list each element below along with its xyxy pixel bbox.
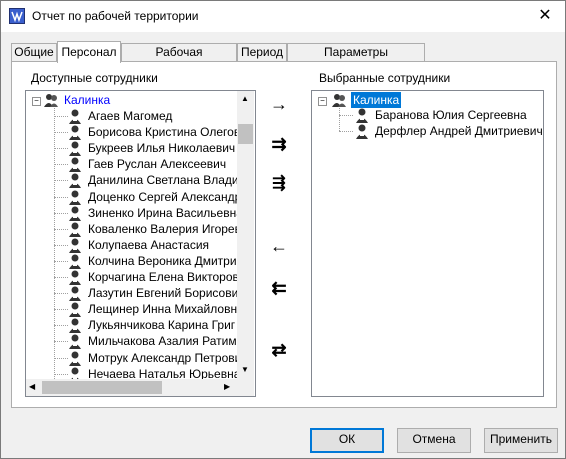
collapse-icon[interactable]: −	[32, 97, 41, 106]
available-item[interactable]: Колчина Вероника Дмитрие	[88, 253, 243, 269]
selected-label: Выбранные сотрудники	[319, 71, 451, 85]
tree-line	[54, 148, 68, 150]
tree-line	[54, 293, 68, 295]
person-icon	[69, 206, 81, 221]
add-button[interactable]: →	[265, 92, 293, 116]
app-icon	[9, 8, 25, 24]
ok-button[interactable]: ОК	[310, 428, 384, 453]
person-icon	[356, 108, 368, 123]
tab-general[interactable]: Общие	[11, 43, 57, 62]
tree-line	[54, 357, 68, 359]
add-all-button[interactable]: ⇉	[265, 132, 293, 156]
tree-line	[54, 164, 68, 166]
available-item[interactable]: Лазутин Евгений Борисови	[88, 285, 238, 301]
available-item[interactable]: Гаев Руслан Алексеевич	[88, 156, 226, 172]
available-item[interactable]: Мильчакова Азалия Ратимо	[88, 333, 243, 349]
remove-all-button[interactable]: ⇇	[265, 276, 293, 300]
swap-button[interactable]: ⇄	[265, 338, 293, 362]
scroll-corner	[237, 379, 254, 396]
tab-display-settings[interactable]: Параметры отображения	[287, 43, 425, 76]
selected-item[interactable]: Баранова Юлия Сергеевна	[375, 107, 527, 123]
person-icon	[69, 125, 81, 141]
dialog-window: Отчет по рабочей территории ✕ Общие Перс…	[0, 0, 566, 459]
scroll-right-icon[interactable]: ▶	[224, 382, 230, 391]
tree-line	[54, 260, 68, 262]
person-icon	[69, 190, 81, 205]
person-icon	[69, 286, 81, 302]
close-icon[interactable]: ✕	[535, 6, 555, 26]
tree-line	[54, 244, 68, 246]
available-item[interactable]: Зиненко Ирина Васильевна	[88, 205, 243, 221]
tab-personnel[interactable]: Персонал	[57, 41, 121, 63]
person-icon	[69, 254, 81, 269]
add-group-button[interactable]: ⇶	[265, 172, 293, 196]
scroll-left-icon[interactable]: ◀	[29, 382, 35, 391]
person-icon	[69, 238, 81, 253]
available-item[interactable]: Лещинер Инна Михайловна	[88, 301, 244, 317]
window-title: Отчет по рабочей территории	[32, 9, 199, 23]
scroll-thumb[interactable]	[238, 124, 253, 144]
available-root[interactable]: Калинка	[64, 92, 110, 108]
tree-line	[54, 132, 68, 134]
person-icon	[69, 270, 81, 285]
available-tree[interactable]: − Калинка Агаев Магомед Борисова Кристина…	[25, 90, 256, 397]
hscroll-thumb[interactable]	[42, 381, 162, 394]
person-icon	[69, 318, 81, 334]
title-bar: Отчет по рабочей территории ✕	[1, 1, 565, 32]
available-item[interactable]: Мотрук Александр Петрови	[88, 350, 241, 366]
tree-line	[54, 228, 68, 230]
selected-root[interactable]: Калинка	[351, 92, 402, 108]
tab-period[interactable]: Период	[237, 43, 287, 62]
available-item[interactable]: Лукьянчикова Карина Григ	[88, 317, 235, 333]
selected-item[interactable]: Дерфлер Андрей Дмитриевич	[375, 123, 543, 139]
person-icon	[69, 222, 81, 237]
remove-button[interactable]: ←	[265, 234, 293, 258]
available-hscrollbar[interactable]: ◀ ▶	[26, 379, 237, 396]
available-label: Доступные сотрудники	[31, 71, 158, 85]
available-item[interactable]: Корчагина Елена Викторов	[88, 269, 239, 285]
person-icon	[69, 109, 81, 124]
available-item[interactable]: Букреев Илья Николаевич	[88, 140, 235, 156]
person-icon	[356, 124, 368, 139]
tree-line	[54, 116, 68, 117]
person-icon	[69, 351, 81, 366]
person-icon	[69, 334, 81, 350]
tree-line	[339, 115, 353, 116]
group-people-icon	[332, 94, 346, 107]
available-item[interactable]: Доценко Сергей Александр	[88, 189, 241, 205]
tree-line	[54, 341, 68, 343]
available-item[interactable]: Колупаева Анастасия	[88, 237, 209, 253]
cancel-button[interactable]: Отмена	[397, 428, 471, 453]
selected-tree[interactable]: − Калинка Баранова Юлия Сергеевна Дерфле…	[311, 90, 544, 397]
tab-panel-personnel: Доступные сотрудники Выбранные сотрудник…	[11, 61, 557, 408]
tree-line	[339, 131, 353, 132]
available-item[interactable]: Данилина Светлана Владим	[88, 172, 247, 188]
tree-line	[54, 373, 68, 375]
tree-line	[54, 309, 68, 311]
tree-line	[54, 325, 68, 327]
person-icon	[69, 157, 81, 173]
available-item[interactable]: Коваленко Валерия Игорев	[88, 221, 241, 237]
tab-work-territory[interactable]: Рабочая территория	[121, 43, 237, 76]
person-icon	[69, 141, 81, 157]
tree-line	[54, 196, 68, 198]
available-vscrollbar[interactable]: ▲ ▼	[237, 91, 254, 379]
tree-line	[54, 180, 68, 182]
apply-button[interactable]: Применить	[484, 428, 558, 453]
available-item[interactable]: Борисова Кристина Олегов	[88, 124, 240, 140]
collapse-icon[interactable]: −	[318, 97, 327, 106]
group-people-icon	[44, 94, 58, 107]
tree-line	[339, 105, 340, 131]
tree-line	[54, 277, 68, 278]
available-item[interactable]: Агаев Магомед	[88, 108, 172, 124]
scroll-up-icon[interactable]: ▲	[241, 94, 249, 103]
tree-line	[54, 212, 68, 214]
scroll-down-icon[interactable]: ▼	[241, 365, 249, 374]
person-icon	[69, 173, 81, 189]
person-icon	[69, 302, 81, 318]
